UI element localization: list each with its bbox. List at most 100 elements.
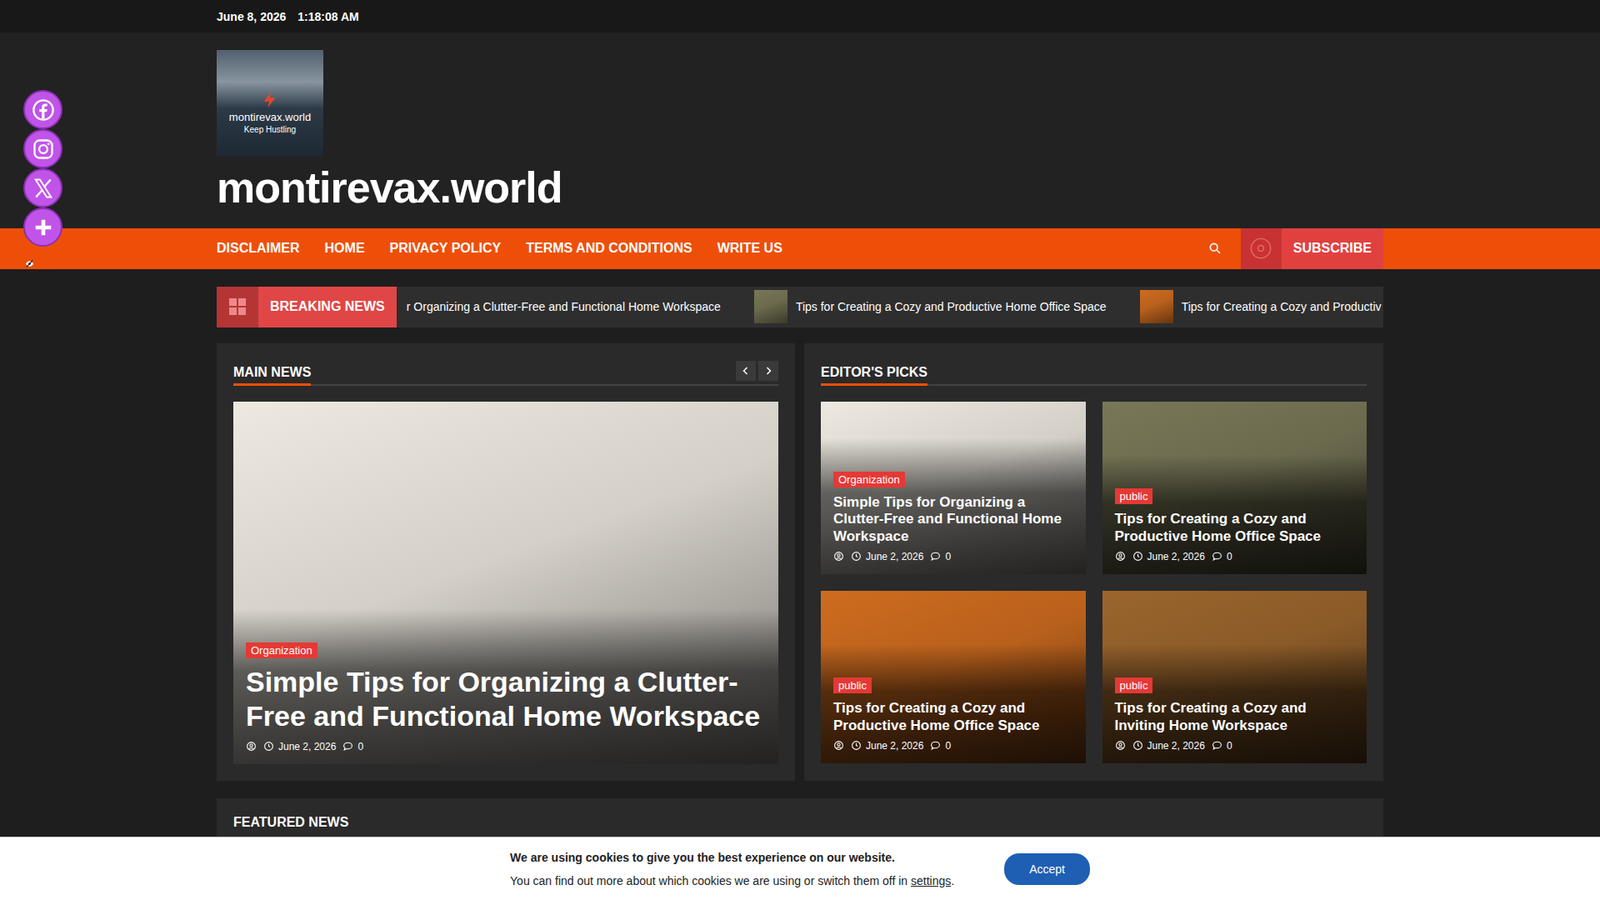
comment-icon[interactable] <box>1211 550 1223 562</box>
ticker-title[interactable]: r Organizing a Clutter-Free and Function… <box>406 300 721 314</box>
nav-item[interactable]: WRITE US <box>717 240 783 256</box>
post-title[interactable]: Tips for Creating a Cozy and Productive … <box>1115 510 1355 545</box>
comment-count[interactable]: 0 <box>1211 740 1233 752</box>
author-icon[interactable] <box>833 550 845 562</box>
facebook-button[interactable] <box>23 90 63 130</box>
site-logo[interactable]: montirevax.worldKeep Hustling <box>216 50 324 157</box>
post-date: June 2, 2026 <box>263 740 336 753</box>
circle-icon <box>1249 236 1273 260</box>
chevron-right-icon[interactable] <box>763 365 774 376</box>
comment-icon[interactable] <box>1211 740 1223 751</box>
chevron-left-icon[interactable] <box>740 365 751 376</box>
search-button[interactable] <box>1195 228 1236 270</box>
news-ticker: r Organizing a Clutter-Free and Function… <box>396 290 1384 324</box>
author-icon[interactable] <box>833 740 845 751</box>
nav-item[interactable]: TERMS AND CONDITIONS <box>525 240 692 256</box>
ticker-item[interactable]: Tips for Creating a Cozy and Productive … <box>754 290 1107 324</box>
category-tag[interactable]: public <box>833 677 872 694</box>
eye-slash-icon[interactable] <box>25 259 35 269</box>
author-icon[interactable] <box>1115 740 1126 751</box>
slider-arrows <box>735 360 779 381</box>
nav-item[interactable]: PRIVACY POLICY <box>390 240 502 256</box>
site-header: montirevax.worldKeep Hustlingmontirevax.… <box>0 32 1600 229</box>
category-tag[interactable]: public <box>1115 677 1154 694</box>
facebook-icon[interactable] <box>31 98 55 122</box>
clock-icon <box>263 740 275 752</box>
comment-count[interactable]: 0 <box>342 740 364 753</box>
ticker-title[interactable]: Tips for Creating a Cozy and Productive … <box>795 300 1107 314</box>
plus-button[interactable] <box>23 207 63 247</box>
x-button[interactable] <box>23 168 63 208</box>
post-title[interactable]: Simple Tips for Organizing a Clutter-Fre… <box>833 494 1074 546</box>
category-tag[interactable]: Organization <box>833 471 905 488</box>
clock-icon <box>1132 550 1144 562</box>
subscribe-button[interactable]: SUBSCRIBE <box>1240 228 1384 270</box>
comment-count[interactable]: 0 <box>930 740 951 752</box>
comment-icon[interactable] <box>342 740 354 752</box>
instagram-icon[interactable] <box>31 137 55 161</box>
news-card[interactable]: public Tips for Creating a Cozy and Produ… <box>1102 401 1368 575</box>
date-text: June 2, 2026 <box>1147 740 1205 752</box>
date-display: June 8, 2026 <box>216 10 286 24</box>
social-share-bar <box>23 90 63 272</box>
grid-icon <box>227 296 248 317</box>
author-icon[interactable] <box>1115 550 1126 562</box>
comment-text[interactable]: 0 <box>945 550 951 563</box>
comment-text[interactable]: 0 <box>1226 740 1233 752</box>
site-title[interactable]: montirevax.world <box>216 163 1384 214</box>
x-icon[interactable] <box>31 176 55 200</box>
post-meta: June 2, 2026 0 <box>1115 740 1355 752</box>
category-tag[interactable]: Organization <box>245 642 318 659</box>
editors-picks-panel: EDITOR'S PICKS Organization Simple Tips fo… <box>804 343 1384 781</box>
next-button[interactable] <box>758 360 779 381</box>
date-text: June 2, 2026 <box>865 550 924 563</box>
breaking-label: BREAKING NEWS <box>216 286 397 328</box>
clock-icon <box>850 740 862 751</box>
comment-count[interactable]: 0 <box>1211 550 1233 563</box>
news-card[interactable]: public Tips for Creating a Cozy and Produ… <box>820 590 1086 764</box>
news-card[interactable]: Organization Simple Tips for Organizing a… <box>820 401 1086 575</box>
post-meta: June 2, 2026 0 <box>833 550 1074 563</box>
plus-icon[interactable] <box>31 215 55 240</box>
post-meta: June 2, 20260 <box>833 740 1074 752</box>
section-header: MAIN NEWS <box>233 360 779 386</box>
editors-grid: Organization Simple Tips for Organizing a… <box>820 401 1367 764</box>
comment-icon[interactable] <box>930 740 941 751</box>
search-icon[interactable] <box>1208 241 1222 255</box>
comment-text[interactable]: 0 <box>1226 550 1233 563</box>
subscribe-label[interactable]: SUBSCRIBE <box>1293 240 1372 256</box>
section-header: EDITOR'S PICKS <box>820 360 1367 386</box>
cookie-detail: You can find out more about which cookie… <box>510 869 955 893</box>
clock-icon <box>850 550 862 562</box>
card-overlay: public Tips for Creating a Cozy and Invit… <box>1102 644 1368 763</box>
card-overlay: Organization Simple Tips for Organizing a… <box>820 438 1086 575</box>
ticker-item[interactable]: Tips for Creating a Cozy and Productiv <box>1140 290 1382 324</box>
section-title: MAIN NEWS <box>233 365 311 386</box>
ticker-item[interactable]: r Organizing a Clutter-Free and Function… <box>406 300 721 314</box>
news-card[interactable]: Organization Simple Tips for Organizing a… <box>233 401 779 765</box>
logo-name: montirevax.world <box>229 110 311 124</box>
post-title[interactable]: Simple Tips for Organizing a Clutter-Fre… <box>245 665 766 735</box>
instagram-button[interactable] <box>23 129 63 169</box>
comment-text[interactable]: 0 <box>945 740 951 752</box>
nav-item[interactable]: DISCLAIMER <box>216 240 300 256</box>
comment-text[interactable]: 0 <box>357 740 364 753</box>
main-news-panel: MAIN NEWS Organization Simple Tips for Org… <box>216 343 795 781</box>
date-text: June 2, 2026 <box>278 740 336 753</box>
nav-item[interactable]: HOME <box>325 240 365 256</box>
accept-button[interactable]: Accept <box>1004 853 1090 885</box>
post-title[interactable]: Tips for Creating a Cozy and Inviting Ho… <box>1115 700 1355 735</box>
comment-icon[interactable] <box>930 550 941 562</box>
post-title[interactable]: Tips for Creating a Cozy and Productive … <box>833 700 1074 735</box>
cookie-message: We are using cookies to give you the bes… <box>510 845 955 870</box>
author-icon[interactable] <box>245 740 257 752</box>
news-card[interactable]: public Tips for Creating a Cozy and Invit… <box>1102 590 1368 764</box>
ticker-title[interactable]: Tips for Creating a Cozy and Productiv <box>1181 300 1382 314</box>
category-tag[interactable]: public <box>1115 488 1154 505</box>
hide-share-button[interactable] <box>25 256 63 272</box>
bolt-icon <box>260 90 280 110</box>
breaking-title: BREAKING NEWS <box>258 299 397 315</box>
settings-link[interactable]: settings <box>910 874 951 888</box>
prev-button[interactable] <box>735 360 756 381</box>
comment-count[interactable]: 0 <box>930 550 951 563</box>
